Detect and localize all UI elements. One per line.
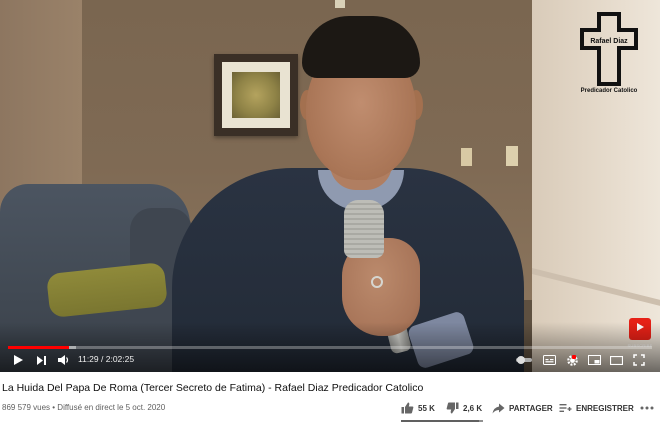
video-player[interactable]: Rafael Diaz Predicador Catolico SUBSCRIB… bbox=[0, 0, 660, 372]
speaker-hair bbox=[302, 16, 420, 78]
like-ratio-fill bbox=[401, 420, 480, 422]
logo-subtitle: Predicador Catolico bbox=[580, 88, 638, 94]
save-button[interactable]: ENREGISTRER bbox=[559, 400, 634, 416]
wall-picture bbox=[214, 54, 298, 136]
fullscreen-button[interactable] bbox=[631, 352, 647, 368]
share-button[interactable]: PARTAGER bbox=[492, 400, 553, 416]
fullscreen-icon bbox=[633, 354, 645, 366]
thumbs-down-icon bbox=[446, 402, 459, 414]
channel-logo: Rafael Diaz Predicador Catolico bbox=[580, 12, 638, 98]
miniplayer-button[interactable] bbox=[586, 352, 602, 368]
thumbs-up-icon bbox=[401, 402, 414, 414]
like-button[interactable]: 55 K bbox=[401, 400, 435, 416]
logo-name: Rafael Diaz bbox=[590, 38, 628, 45]
ring bbox=[371, 276, 383, 288]
autoplay-toggle-icon bbox=[516, 356, 532, 364]
time-display: 11:29 / 2:02:25 bbox=[78, 354, 135, 364]
save-label: ENREGISTRER bbox=[576, 403, 634, 413]
video-frame bbox=[0, 0, 660, 372]
theater-button[interactable] bbox=[608, 352, 624, 368]
cross-icon bbox=[580, 12, 638, 86]
miniplayer-icon bbox=[587, 355, 601, 365]
player-controls: 11:29 / 2:02:25 bbox=[0, 350, 660, 370]
volume-button[interactable] bbox=[55, 352, 71, 368]
share-icon bbox=[492, 403, 505, 413]
autoplay-toggle[interactable] bbox=[515, 352, 533, 368]
progress-bar[interactable] bbox=[8, 346, 652, 349]
dislike-count: 2,6 K bbox=[463, 403, 483, 413]
more-button[interactable] bbox=[640, 400, 654, 416]
microphone-head bbox=[344, 200, 384, 258]
next-icon bbox=[36, 355, 46, 365]
play-button[interactable] bbox=[10, 352, 26, 368]
hd-badge bbox=[571, 354, 576, 359]
theater-icon bbox=[609, 355, 623, 365]
ceiling-light bbox=[335, 0, 345, 8]
volume-icon bbox=[57, 355, 68, 365]
next-button[interactable] bbox=[33, 352, 49, 368]
play-icon bbox=[14, 355, 23, 365]
save-icon bbox=[559, 403, 572, 412]
progress-played bbox=[8, 346, 69, 349]
subtitles-button[interactable] bbox=[541, 352, 557, 368]
like-dislike-ratio-bar bbox=[401, 420, 483, 422]
light-switch bbox=[461, 148, 472, 166]
settings-button[interactable] bbox=[564, 352, 580, 368]
like-count: 55 K bbox=[418, 403, 435, 413]
light-switch bbox=[506, 146, 518, 166]
video-meta: 869 579 vues • Diffusé en direct le 5 oc… bbox=[2, 403, 166, 412]
video-title: La Huida Del Papa De Roma (Tercer Secret… bbox=[2, 382, 424, 394]
share-label: PARTAGER bbox=[509, 403, 553, 413]
more-icon bbox=[640, 406, 654, 410]
dislike-button[interactable]: 2,6 K bbox=[446, 400, 482, 416]
subtitles-icon bbox=[542, 355, 556, 365]
